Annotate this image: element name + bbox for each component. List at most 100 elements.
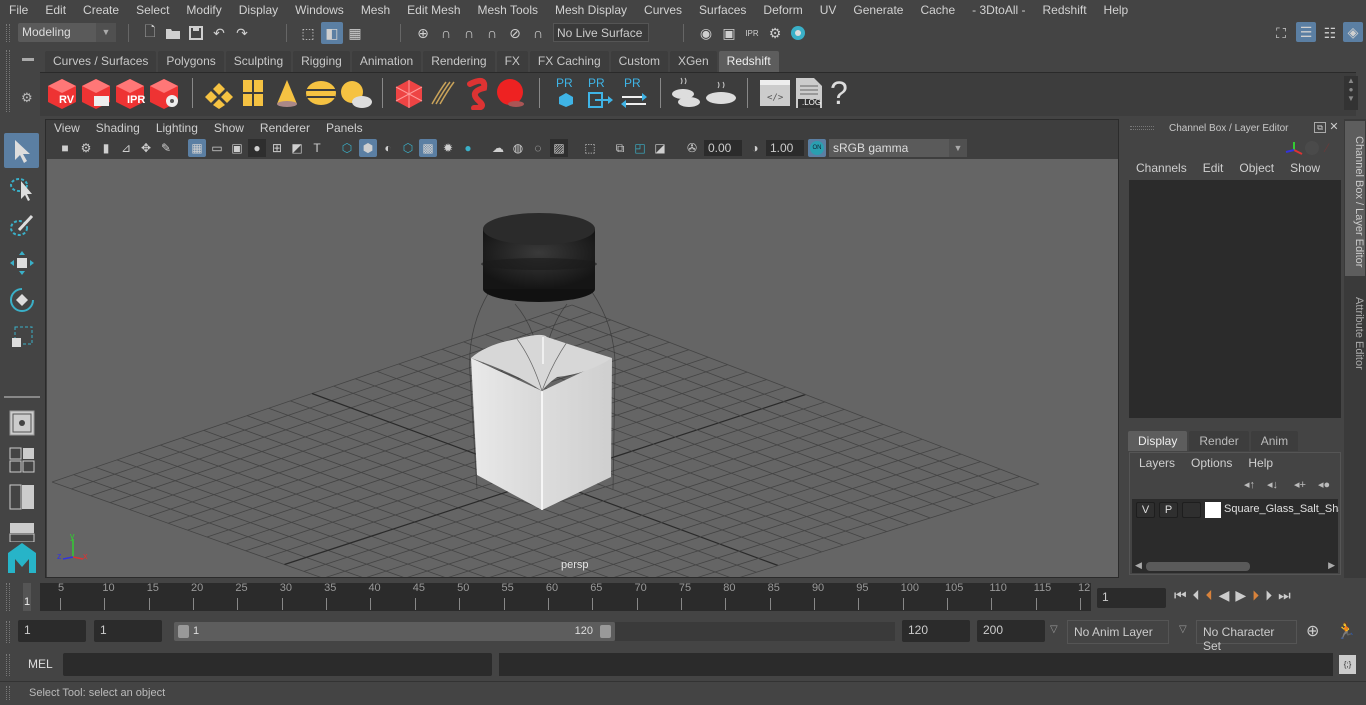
layer-hscrollbar[interactable]: ◀ ▶ — [1132, 560, 1338, 573]
four-view-layout-button[interactable] — [4, 442, 39, 477]
image-plane-icon[interactable]: ⊿ — [117, 139, 135, 157]
use-all-lights-icon[interactable]: ✹ — [439, 139, 457, 157]
wireframe-on-shaded-icon[interactable]: ⬡ — [399, 139, 417, 157]
redshift-script-editor-icon[interactable]: </> — [758, 76, 792, 110]
menu-generate[interactable]: Generate — [844, 3, 911, 17]
snap-view-plane-icon[interactable]: ⊘ — [505, 23, 525, 43]
screen-space-ao-icon[interactable]: ☁ — [489, 139, 507, 157]
shelf-grip[interactable] — [6, 50, 10, 112]
play-backwards-icon[interactable]: ◀ — [1219, 587, 1230, 604]
select-hierarchy-icon[interactable]: ⬚ — [298, 23, 318, 43]
layer-menu-help[interactable]: Help — [1240, 456, 1281, 470]
timeline-grip[interactable] — [6, 583, 10, 611]
manipulator-axes-icon[interactable] — [1284, 140, 1304, 158]
step-forward-key-icon[interactable]: ⏵ — [1252, 587, 1259, 604]
viewport-menu-view[interactable]: View — [46, 120, 88, 137]
undo-icon[interactable]: ↶ — [209, 23, 229, 43]
viewport-menu-panels[interactable]: Panels — [318, 120, 371, 137]
menu-edit[interactable]: Edit — [36, 3, 74, 17]
safe-action-icon[interactable]: ◩ — [288, 139, 306, 157]
redshift-ies-light-icon[interactable] — [270, 76, 304, 110]
open-scene-icon[interactable] — [163, 23, 183, 43]
render-frame-icon[interactable]: ▣ — [719, 23, 739, 43]
layer-menu-options[interactable]: Options — [1183, 456, 1240, 470]
menu-cache[interactable]: Cache — [911, 3, 963, 17]
channel-menu-show[interactable]: Show — [1282, 161, 1328, 175]
redshift-log-icon[interactable]: .LOG — [792, 76, 826, 110]
layer-display-type-toggle[interactable] — [1182, 502, 1201, 518]
redshift-render-view-icon[interactable]: RV — [45, 76, 79, 110]
make-live-icon[interactable]: ∩ — [528, 23, 548, 43]
xray-icon[interactable]: ⧉ — [611, 139, 629, 157]
textured-icon[interactable]: ▩ — [419, 139, 437, 157]
current-frame-field[interactable]: 1 — [1097, 588, 1166, 608]
redshift-render-settings-icon[interactable] — [147, 76, 181, 110]
range-start-handle[interactable] — [178, 625, 189, 638]
command-line-grip[interactable] — [6, 654, 10, 676]
anti-aliasing-icon[interactable]: ◌ — [529, 139, 547, 157]
channel-menu-edit[interactable]: Edit — [1195, 161, 1232, 175]
go-to-start-icon[interactable]: ⏮ — [1174, 587, 1187, 604]
redshift-sphere-icon[interactable] — [494, 76, 528, 110]
anim-layer-dropdown[interactable]: No Anim Layer — [1067, 620, 1169, 644]
panel-grip[interactable] — [1130, 126, 1154, 130]
snap-grid-icon[interactable]: ⊕ — [413, 23, 433, 43]
menu-create[interactable]: Create — [74, 3, 127, 17]
field-chart-icon[interactable]: ⊞ — [268, 139, 286, 157]
select-object-icon[interactable]: ◧ — [321, 22, 343, 44]
layer-name[interactable]: Square_Glass_Salt_Sha — [1224, 503, 1339, 515]
scroll-up-icon[interactable]: ▲ — [1344, 76, 1358, 85]
menu-3dtoall[interactable]: - 3DtoAll - — [963, 3, 1033, 17]
menu-deform[interactable]: Deform — [754, 3, 810, 17]
channel-menu-channels[interactable]: Channels — [1128, 161, 1195, 175]
gate-mask-icon[interactable]: ● — [248, 139, 266, 157]
scrollbar-thumb[interactable] — [1146, 562, 1250, 571]
move-tool-button[interactable] — [4, 245, 39, 280]
menu-select[interactable]: Select — [127, 3, 177, 17]
script-language-toggle[interactable]: MEL — [28, 657, 53, 671]
playback-start-field[interactable]: 1 — [94, 620, 162, 642]
auto-key-icon[interactable]: ⊕ — [1306, 621, 1319, 641]
workspace-selector[interactable]: Modeling ▼ — [18, 23, 116, 42]
live-surface-field[interactable]: No Live Surface — [553, 23, 649, 42]
shelf-tab-rendering[interactable]: Rendering — [423, 51, 495, 72]
new-empty-layer-icon[interactable]: ◂+ — [1294, 478, 1306, 491]
tool-settings-icon[interactable]: ☷ — [1320, 23, 1340, 43]
select-camera-icon[interactable]: ■ — [56, 139, 74, 157]
menu-file[interactable]: File — [0, 3, 36, 17]
redshift-pr-cube-icon[interactable]: PR — [550, 76, 584, 110]
shelf-tab-xgen[interactable]: XGen — [669, 51, 717, 72]
shelf-tab-fx[interactable]: FX — [496, 51, 528, 72]
menu-display[interactable]: Display — [230, 3, 286, 17]
gamma-field[interactable]: 1.00 — [766, 140, 804, 156]
snap-projected-icon[interactable]: ∩ — [482, 23, 502, 43]
animation-preferences-icon[interactable]: 🏃 — [1336, 621, 1356, 641]
shelf-tab-redshift[interactable]: Redshift — [718, 51, 779, 72]
status-line-grip[interactable] — [6, 24, 10, 42]
render-settings-icon[interactable]: ⚙ — [765, 23, 785, 43]
xray-components-icon[interactable]: ◪ — [651, 139, 669, 157]
menu-edit-mesh[interactable]: Edit Mesh — [398, 3, 468, 17]
shelf-settings-gear-icon[interactable]: ⚙ — [21, 90, 33, 106]
viewport-menu-shading[interactable]: Shading — [88, 120, 148, 137]
render-view-icon[interactable]: ◉ — [696, 23, 716, 43]
channel-menu-object[interactable]: Object — [1231, 161, 1282, 175]
wireframe-icon[interactable]: ⬡ — [338, 139, 356, 157]
redshift-portal-light-icon[interactable] — [236, 76, 270, 110]
shelf-tab-sculpting[interactable]: Sculpting — [225, 51, 292, 72]
range-end-handle[interactable] — [600, 625, 611, 638]
layer-visibility-toggle[interactable]: V — [1136, 502, 1155, 518]
close-panel-icon[interactable]: ✕ — [1328, 122, 1340, 133]
layer-menu-layers[interactable]: Layers — [1131, 456, 1183, 470]
float-panel-icon[interactable]: ⧉ — [1314, 122, 1326, 133]
viewport-menu-show[interactable]: Show — [206, 120, 252, 137]
resolution-gate-icon[interactable]: ▣ — [228, 139, 246, 157]
menu-modify[interactable]: Modify — [177, 3, 229, 17]
move-layer-up-icon[interactable]: ◂↑ — [1244, 478, 1255, 491]
character-set-dropdown[interactable]: No Character Set — [1196, 620, 1297, 653]
shelf-tab-polygons[interactable]: Polygons — [158, 51, 224, 72]
select-component-icon[interactable]: ▦ — [345, 23, 365, 43]
ipr-render-icon[interactable]: IPR — [742, 23, 762, 43]
animation-start-field[interactable]: 1 — [18, 620, 86, 642]
select-tool-button[interactable] — [4, 133, 39, 168]
